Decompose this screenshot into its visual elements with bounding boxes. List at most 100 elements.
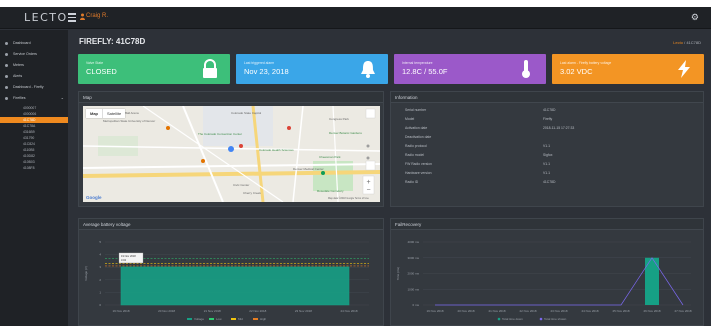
y-tick-label: 3000 ms <box>407 256 419 260</box>
info-key: Radio protocol <box>405 144 427 148</box>
card-value: 12.8C / 55.0F <box>402 67 448 76</box>
y-axis-label: Voltage (V) <box>84 266 88 281</box>
legend-swatch <box>497 317 501 321</box>
x-tick-label: 22 Nov 2018 <box>519 309 536 313</box>
legend-label: Voltage <box>194 317 204 321</box>
sidebar-item-fireflies[interactable]: Fireflies ⌄ <box>0 94 68 102</box>
map-label: Metropolitan State University of Denver <box>103 119 155 123</box>
map-label: Cheesman Park <box>319 155 341 159</box>
fireflies-icon <box>5 96 8 100</box>
failrecovery-panel: FailRecovery 4000 ms 3000 ms 2000 ms 1000 m… <box>390 218 704 326</box>
x-tick-label: 21 Nov 2018 <box>488 309 505 313</box>
poi-marker-icon <box>287 126 291 130</box>
sidebar-item-service-orders[interactable]: Service Orders <box>0 50 68 58</box>
x-tick-label: 25 Nov 2018 <box>612 309 629 313</box>
panel-title: FailRecovery <box>391 219 703 230</box>
map-view[interactable]: + − Metropolitan State University of Den… <box>83 106 380 202</box>
sidebar-item-dashboard[interactable]: Dashboard <box>0 39 68 47</box>
x-tick-label: 21 Nov 2018 <box>204 309 221 313</box>
battery-voltage-chart: 5 4 3 2 1 0 Voltage (V) 19 Nov 2018 20 Nov 2018 2… <box>84 240 369 321</box>
legend-swatch <box>253 318 258 320</box>
map-tab-map[interactable]: Map <box>86 109 103 118</box>
google-logo: Google <box>86 195 102 200</box>
legend-swatch <box>539 317 543 321</box>
tooltip-value: 3.02 <box>121 258 127 262</box>
y-tick-label: 4000 ms <box>407 240 419 244</box>
app-logo[interactable]: LECTO <box>24 11 68 24</box>
dashboard-firefly-icon <box>5 85 8 89</box>
menu-toggle-icon[interactable] <box>68 13 76 22</box>
battery-voltage-card: Last alarm - Firefly battery voltage 3.0… <box>552 54 704 84</box>
zoom-out-button: − <box>366 187 370 194</box>
x-tick-label: 20 Nov 2018 <box>457 309 474 313</box>
user-name[interactable]: Craig R. <box>86 13 108 19</box>
x-tick-label: 19 Nov 2018 <box>426 309 443 313</box>
info-row: Hardware version V1.1 <box>399 169 699 178</box>
map-label: Cherry Creek <box>243 191 261 195</box>
info-key: Serial number <box>405 108 427 112</box>
bell-icon <box>361 61 375 78</box>
info-key: Radio model <box>405 153 425 157</box>
map-tab-satellite[interactable]: Satellite <box>103 109 125 118</box>
y-tick-label: 4 <box>99 253 101 257</box>
info-row: Radio protocol V1.1 <box>399 142 699 151</box>
card-label: Internal temperature <box>402 61 433 65</box>
app-window: LECTO Craig R. ⚙ Dashboard Service Order… <box>0 7 711 326</box>
sidebar-item-dashboard-firefly[interactable]: Dashboard - Firefly <box>0 83 68 91</box>
info-value: 41C78D <box>543 108 556 112</box>
breadcrumb-root[interactable]: Lecto <box>673 40 683 45</box>
legend-swatch <box>231 318 236 320</box>
y-tick-label: 0 ms <box>412 303 419 307</box>
y-tick-label: 5 <box>99 240 101 244</box>
info-value: Sigfox <box>543 153 553 157</box>
map-attribution: Map data ©2018 Google Terms of Use <box>328 197 369 200</box>
x-tick-label: 23 Nov 2018 <box>295 309 312 313</box>
poi-marker-icon <box>166 126 170 130</box>
x-tick-label: 27 Nov 2018 <box>674 309 691 313</box>
lightning-icon <box>678 60 690 78</box>
x-tick-label: 22 Nov 2018 <box>249 309 266 313</box>
map-type-tabs: Map Satellite <box>86 109 126 118</box>
gear-icon[interactable]: ⚙ <box>691 12 699 23</box>
info-value: V1.1 <box>543 162 550 166</box>
poi-marker-icon <box>201 159 205 163</box>
sidebar-item-alerts[interactable]: Alerts <box>0 72 68 80</box>
failrecovery-chart: 4000 ms 3000 ms 2000 ms 1000 ms 0 ms Time (ms… <box>396 240 692 321</box>
info-row: Deactivation date <box>399 133 699 142</box>
panel-title: Information <box>391 92 703 103</box>
legend-label: Mid <box>238 317 243 321</box>
sidebar: Dashboard Service Orders Meters Alerts D… <box>0 30 68 326</box>
dashboard-icon <box>5 41 8 45</box>
top-bar: LECTO Craig R. ⚙ <box>0 7 711 29</box>
panel-title: Average battery voltage <box>79 219 383 230</box>
info-row: Serial number 41C78D <box>399 106 699 115</box>
card-label: Valve State <box>86 61 104 65</box>
info-row: FW Radio version V1.1 <box>399 160 699 169</box>
legend-label: Total time down <box>502 317 523 321</box>
card-value: Nov 23, 2018 <box>244 67 289 76</box>
map-label: Colorado Health Sciences <box>259 148 294 152</box>
info-row: Model Firefly <box>399 115 699 124</box>
map-canvas[interactable]: + − Metropolitan State University of Den… <box>83 106 380 202</box>
sidebar-subitem[interactable]: 4108F8 <box>0 165 68 171</box>
y-tick-label: 2000 ms <box>407 272 419 276</box>
lock-icon <box>203 59 217 78</box>
map-label: Ball Arena <box>125 111 139 115</box>
info-value: V1.1 <box>543 144 550 148</box>
poi-marker-icon <box>239 144 243 148</box>
x-tick-label: 23 Nov 2018 <box>550 309 567 313</box>
last-alarm-card: Last triggered alarm Nov 23, 2018 <box>236 54 388 84</box>
legend-label: Low <box>216 317 222 321</box>
information-panel: Information Serial number 41C78D Model Fir… <box>390 91 704 207</box>
voltage-area <box>120 266 350 306</box>
zoom-in-button: + <box>366 179 370 186</box>
page-title: FIREFLY: 41C78D <box>79 37 146 46</box>
y-tick-label: 3 <box>99 265 101 269</box>
panel-title: Map <box>79 92 383 103</box>
x-tick-label: 26 Nov 2018 <box>643 309 660 313</box>
breadcrumb-current: 41C78D <box>686 40 701 45</box>
map-label: Denver Botanic Gardens <box>329 131 362 135</box>
sidebar-item-meters[interactable]: Meters <box>0 61 68 69</box>
legend-swatch <box>187 318 192 320</box>
info-key: Hardware version <box>405 171 432 175</box>
